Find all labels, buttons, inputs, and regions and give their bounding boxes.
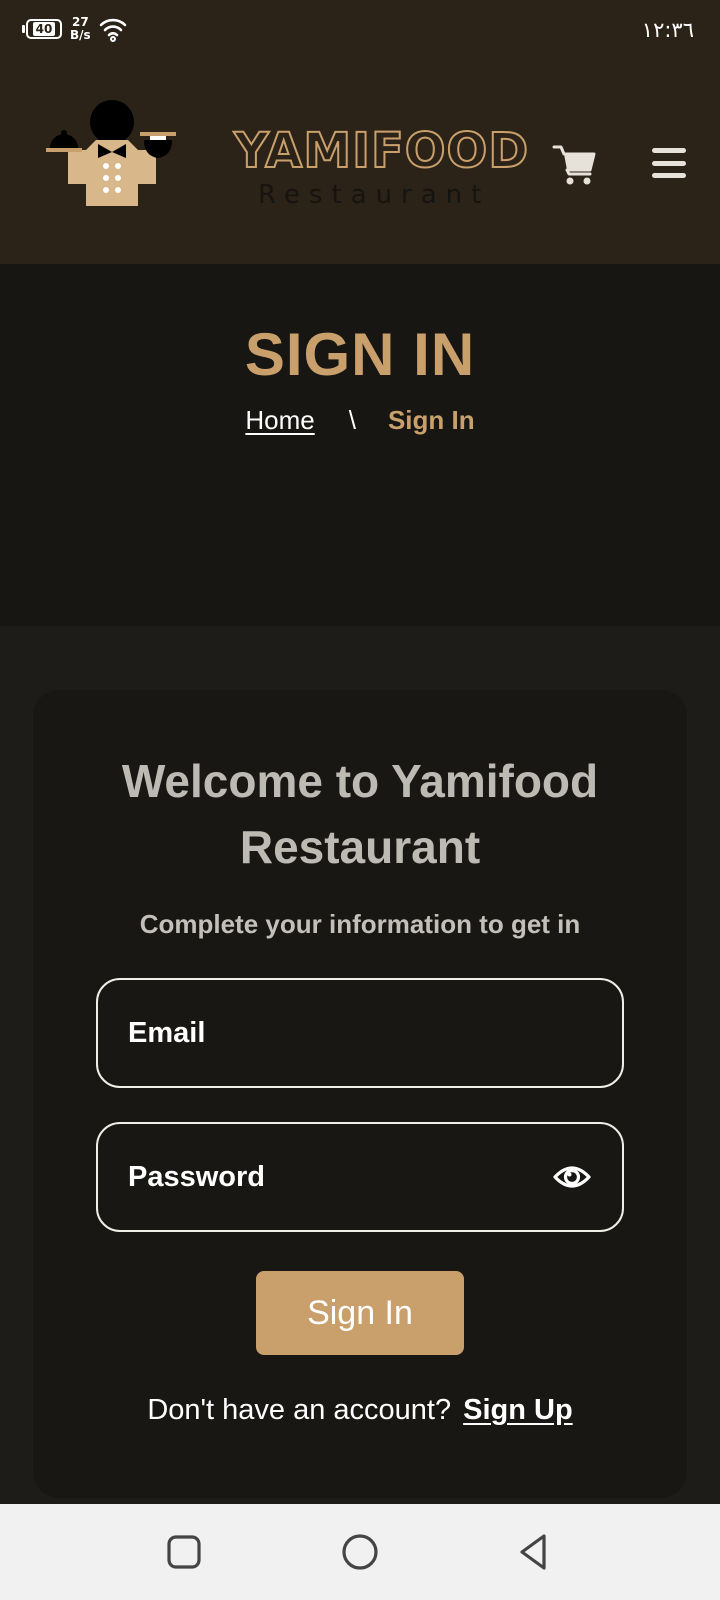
yamifood-logo[interactable]: YAMIFOOD Restaurant <box>46 100 529 215</box>
network-speed: 27 B/s <box>70 16 91 42</box>
battery-icon: 40 <box>22 19 62 39</box>
eye-icon[interactable] <box>552 1162 592 1192</box>
home-circle-icon[interactable] <box>340 1532 380 1572</box>
status-time: ١٢:٣٦ <box>641 18 694 42</box>
breadcrumb-separator: \ <box>348 405 356 435</box>
email-label: Email <box>128 1016 206 1049</box>
sign-in-button[interactable]: Sign In <box>256 1271 464 1355</box>
status-indicators: 40 27 B/s <box>22 16 127 42</box>
page-title: SIGN IN <box>244 321 476 388</box>
signup-prompt: Don't have an account? <box>147 1394 452 1426</box>
welcome-heading: Welcome to Yamifood Restaurant <box>121 755 599 873</box>
chef-waiter-icon <box>46 100 176 206</box>
system-nav-bar <box>0 1504 720 1600</box>
sign-up-link[interactable]: Sign Up <box>463 1394 573 1426</box>
logo-title: YAMIFOOD <box>233 122 530 180</box>
wifi-icon <box>99 18 126 42</box>
app-header: YAMIFOOD Restaurant <box>0 64 720 264</box>
status-bar: 40 27 B/s ١٢:٣٦ <box>0 0 720 64</box>
logo-subtitle: Restaurant <box>258 180 491 210</box>
back-triangle-icon[interactable] <box>514 1532 554 1572</box>
signup-prompt-row: Don't have an account? Sign Up <box>33 1392 687 1428</box>
recents-square-icon[interactable] <box>164 1532 204 1572</box>
shopping-cart-icon[interactable] <box>552 142 596 186</box>
page-hero: SIGN IN Home \ Sign In <box>0 264 720 626</box>
password-field[interactable]: Password <box>96 1122 624 1232</box>
breadcrumb: Home \ Sign In <box>0 404 720 436</box>
battery-level: 40 <box>32 22 56 36</box>
password-label: Password <box>128 1160 265 1193</box>
hamburger-menu-icon[interactable] <box>652 148 686 178</box>
signin-card: Welcome to Yamifood Restaurant Complete … <box>33 690 687 1498</box>
network-speed-unit: B/s <box>70 28 91 42</box>
breadcrumb-home-link[interactable]: Home <box>245 404 314 436</box>
breadcrumb-current: Sign In <box>387 405 475 435</box>
form-subtitle: Complete your information to get in <box>139 909 581 939</box>
email-field[interactable]: Email <box>96 978 624 1088</box>
